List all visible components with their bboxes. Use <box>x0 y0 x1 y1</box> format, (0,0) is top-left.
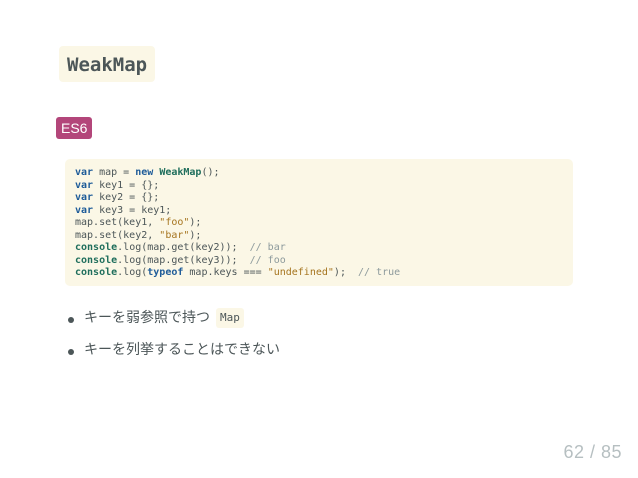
code-token: // true <box>358 267 401 278</box>
code-line: var key3 = key1; <box>75 205 563 218</box>
code-token: // foo <box>249 254 286 266</box>
code-token: var <box>75 192 94 203</box>
code-token: .log( <box>117 267 148 278</box>
code-token: key3 = key1; <box>93 204 172 216</box>
code-token: key1 = {}; <box>93 179 160 191</box>
code-token: new <box>135 167 154 178</box>
code-line: console.log(typeof map.keys === "undefin… <box>75 267 563 280</box>
code-token: ); <box>189 229 202 241</box>
code-token: key2 = {}; <box>93 192 160 203</box>
code-token: ); <box>333 267 359 278</box>
code-token: .log(map.get(key3)); <box>117 254 250 266</box>
page-counter: 62 / 85 <box>563 442 622 462</box>
code-token: map.keys === <box>183 267 268 278</box>
inline-code: Map <box>216 308 244 328</box>
code-token: ); <box>189 217 202 228</box>
code-line: console.log(map.get(key2)); // bar <box>75 242 563 255</box>
code-line: console.log(map.get(key3)); // foo <box>75 255 563 268</box>
slide: WeakMap ES6 var map = new WeakMap(); var … <box>0 0 638 478</box>
code-token: console <box>75 242 118 253</box>
code-token: .log(map.get(key2)); <box>117 242 250 253</box>
code-token: "undefined" <box>267 267 334 278</box>
code-token: console <box>75 254 118 266</box>
code-line: var key2 = {}; <box>75 192 563 205</box>
code-token: var <box>75 204 94 216</box>
slide-title: WeakMap <box>59 46 156 82</box>
code-line: map.set(key2, "bar"); <box>75 230 563 243</box>
bullet-list: キーを弱参照で持つ Map キーを列挙することはできない <box>68 307 280 371</box>
code-token: typeof <box>147 267 184 278</box>
code-line: map.set(key1, "foo"); <box>75 217 563 230</box>
code-line: var key1 = {}; <box>75 180 563 193</box>
es6-badge: ES6 <box>56 117 93 139</box>
code-token: "bar" <box>159 229 190 241</box>
bullet-text: キーを弱参照で持つ <box>84 310 210 326</box>
code-token: (); <box>201 167 220 178</box>
code-token: var <box>75 167 94 178</box>
code-token: var <box>75 179 94 191</box>
bullet-item: キーを弱参照で持つ Map <box>68 307 280 331</box>
code-token: // bar <box>249 242 286 253</box>
code-token: "foo" <box>159 217 190 228</box>
bullet-item: キーを列挙することはできない <box>68 339 280 363</box>
code-line: var map = new WeakMap(); <box>75 167 563 180</box>
code-block: var map = new WeakMap(); var key1 = {}; va… <box>65 159 573 286</box>
bullet-text: キーを列挙することはできない <box>84 342 280 358</box>
code-token: map.set(key2, <box>75 229 160 241</box>
code-token: console <box>75 267 118 278</box>
code-token: map.set(key1, <box>75 217 160 228</box>
code-token: map = <box>93 167 136 178</box>
code-token: WeakMap <box>159 167 202 178</box>
